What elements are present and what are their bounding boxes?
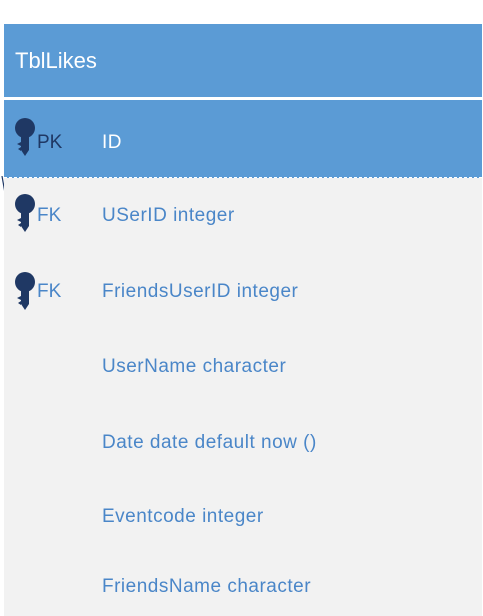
key-icon bbox=[15, 194, 35, 232]
pk-field-name: ID bbox=[102, 132, 122, 153]
fk-badge: FK bbox=[37, 281, 62, 302]
key-icon bbox=[15, 118, 35, 156]
table-row[interactable]: FK FriendsUserID integer bbox=[4, 256, 482, 334]
field-name: FriendsUserID integer bbox=[102, 281, 299, 302]
field-name: Eventcode integer bbox=[102, 506, 264, 527]
table-row[interactable]: UserName character bbox=[4, 334, 482, 412]
table-row[interactable]: FriendsName character bbox=[4, 554, 482, 616]
field-name: UserName character bbox=[102, 356, 287, 377]
field-name: USerID integer bbox=[102, 205, 235, 226]
primary-key-row[interactable]: PK ID bbox=[4, 100, 482, 178]
field-name: Date date default now () bbox=[102, 432, 317, 453]
key-icon bbox=[15, 272, 35, 310]
table-row[interactable]: FK USerID integer bbox=[4, 178, 482, 256]
entity-table[interactable]: TblLikes PK ID FK USerID integer FK Frie… bbox=[4, 24, 482, 616]
table-title: TblLikes bbox=[15, 48, 97, 73]
field-name: FriendsName character bbox=[102, 576, 312, 597]
diagram-canvas: TblLikes PK ID FK USerID integer FK Frie… bbox=[0, 0, 483, 616]
table-row[interactable]: Date date default now () bbox=[4, 412, 482, 490]
table-header[interactable]: TblLikes bbox=[4, 24, 482, 97]
pk-badge: PK bbox=[37, 132, 63, 153]
fk-badge: FK bbox=[37, 205, 62, 226]
